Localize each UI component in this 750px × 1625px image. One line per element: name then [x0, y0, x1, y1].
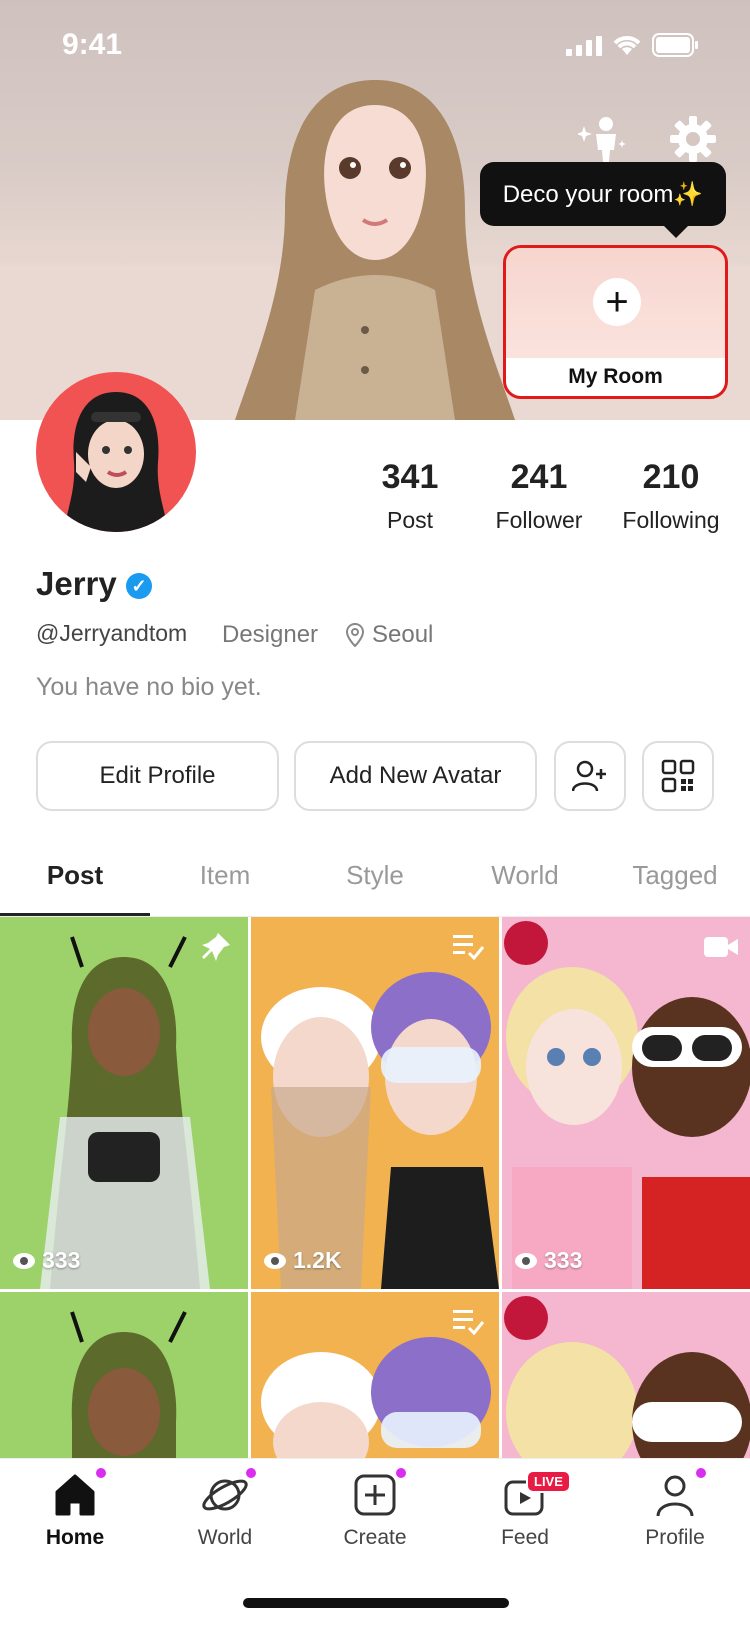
- home-icon: [55, 1474, 95, 1516]
- view-count-value: 1.2K: [293, 1247, 342, 1273]
- following-count-label: Following: [622, 507, 720, 533]
- notification-dot: [696, 1468, 706, 1478]
- planet-icon: [202, 1479, 248, 1511]
- post-tile[interactable]: 1.2K: [251, 917, 499, 1289]
- tab-tagged[interactable]: Tagged: [600, 860, 750, 891]
- verified-badge-icon: ✓: [126, 573, 152, 599]
- tab-item[interactable]: Item: [150, 860, 300, 891]
- profile-avatar[interactable]: [36, 372, 196, 532]
- post-tile[interactable]: 333: [502, 917, 750, 1289]
- eye-icon: [515, 1252, 537, 1269]
- notification-dot: [96, 1468, 106, 1478]
- nav-profile[interactable]: Profile: [600, 1468, 750, 1560]
- post-count[interactable]: 341: [360, 458, 460, 497]
- view-count-value: 333: [544, 1247, 583, 1273]
- signal-icon: [566, 36, 602, 56]
- eye-icon: [13, 1252, 35, 1269]
- follower-count[interactable]: 241: [487, 458, 591, 497]
- view-count: 1.2K: [263, 1247, 342, 1274]
- playlist-icon: [453, 935, 485, 961]
- following-count[interactable]: 210: [611, 458, 731, 497]
- pin-icon: [202, 933, 230, 961]
- post-avatar-illustration: [261, 972, 499, 1289]
- nav-feed[interactable]: LIVE Feed: [450, 1470, 600, 1560]
- nav-world[interactable]: World: [150, 1468, 300, 1560]
- eye-icon: [264, 1252, 286, 1269]
- post-tile[interactable]: [251, 1292, 499, 1458]
- post-tile[interactable]: [0, 1292, 248, 1458]
- post-avatar-illustration: [40, 936, 210, 1289]
- add-plus-icon: +: [593, 278, 641, 326]
- post-tile[interactable]: 333: [0, 917, 248, 1289]
- tab-post[interactable]: Post: [0, 860, 150, 891]
- post-tile[interactable]: [502, 1292, 750, 1458]
- header-avatar-illustration: [235, 80, 515, 420]
- settings-gear-icon[interactable]: [670, 116, 716, 162]
- view-count-value: 333: [42, 1247, 81, 1273]
- nav-label: Create: [343, 1526, 407, 1549]
- notification-dot: [246, 1468, 256, 1478]
- create-plus-icon: [354, 1474, 396, 1516]
- edit-profile-button[interactable]: Edit Profile: [36, 741, 279, 811]
- post-count-label: Post: [386, 507, 434, 533]
- nav-create[interactable]: Create: [300, 1468, 450, 1560]
- tab-style[interactable]: Style: [300, 860, 450, 891]
- status-time: 9:41: [62, 28, 123, 61]
- location-pin-icon: [345, 623, 365, 647]
- playlist-icon: [453, 1310, 485, 1336]
- nav-label: Home: [45, 1526, 105, 1549]
- nav-home[interactable]: Home: [0, 1468, 150, 1560]
- profile-role: Designer: [222, 621, 319, 648]
- tab-world[interactable]: World: [450, 860, 600, 891]
- my-room-button[interactable]: + My Room: [503, 245, 728, 399]
- view-count: 333: [514, 1247, 582, 1274]
- profile-person-icon: [656, 1475, 694, 1517]
- post-avatar-illustration: [504, 921, 750, 1289]
- post-avatar-illustration: [504, 1296, 750, 1458]
- follower-count-label: Follower: [495, 507, 583, 533]
- qr-code-icon: [661, 759, 695, 793]
- nav-label: Profile: [645, 1526, 705, 1549]
- home-indicator: [243, 1598, 509, 1608]
- add-friend-button[interactable]: [554, 741, 626, 811]
- deco-room-tooltip: Deco your room✨: [480, 162, 726, 238]
- profile-location: Seoul: [372, 621, 434, 648]
- live-badge: LIVE: [526, 1470, 571, 1493]
- nav-label: World: [197, 1526, 253, 1549]
- avatar-sparkle-icon[interactable]: [578, 114, 628, 162]
- battery-icon: [652, 33, 698, 57]
- add-person-icon: [572, 760, 606, 792]
- video-icon: [704, 937, 738, 957]
- view-count: 333: [12, 1247, 80, 1274]
- profile-bio: You have no bio yet.: [36, 673, 262, 701]
- profile-handle: @Jerryandtom: [36, 620, 188, 646]
- post-avatar-illustration: [70, 1311, 187, 1458]
- nav-label: Feed: [501, 1526, 549, 1549]
- my-room-label: My Room: [568, 365, 663, 388]
- active-tab-indicator: [0, 913, 150, 916]
- wifi-icon: [613, 36, 641, 55]
- add-new-avatar-button[interactable]: Add New Avatar: [294, 741, 537, 811]
- qr-code-button[interactable]: [642, 741, 714, 811]
- notification-dot: [396, 1468, 406, 1478]
- profile-name: Jerry: [36, 565, 117, 602]
